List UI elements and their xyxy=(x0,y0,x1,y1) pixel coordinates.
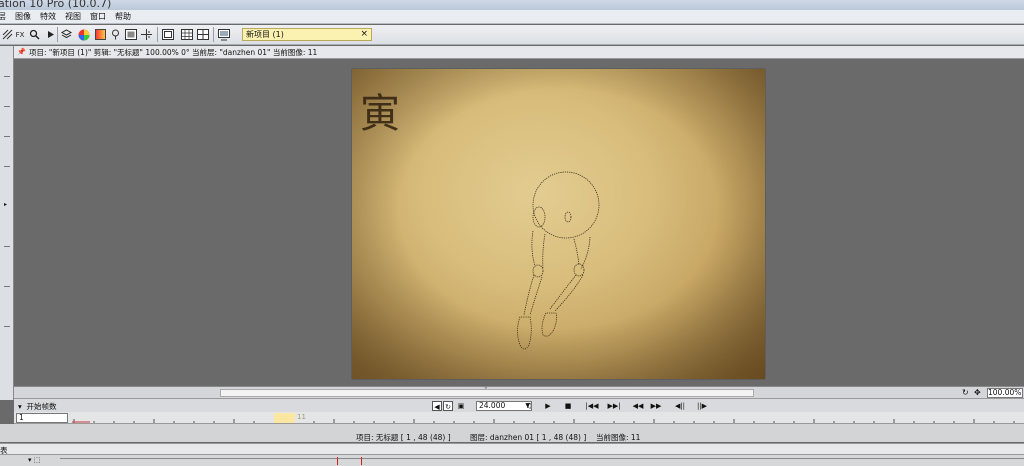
menu-layer[interactable]: 层 xyxy=(0,10,10,24)
toolbar: FX 新项目 (1) × xyxy=(0,25,1024,45)
zoom-reset-icon[interactable]: ✥ xyxy=(974,388,981,397)
status-layer: 图层: danzhen 01 [ 1 , 48 (48) ] xyxy=(470,433,587,442)
pin-icon[interactable]: 📌 xyxy=(17,48,26,56)
start-frame-label: ▾ 开始帧数 xyxy=(18,402,57,411)
gradient-icon[interactable] xyxy=(94,28,107,41)
info-bar: 📌 项目: "新项目 (1)" 剪辑: "无标题" 100.00% 0° 当前层… xyxy=(14,46,1024,59)
title-bar: ation 10 Pro (10.0.7) xyxy=(0,0,1024,10)
info-text: 项目: "新项目 (1)" 剪辑: "无标题" 100.00% 0° 当前层: … xyxy=(29,47,318,57)
drawing-canvas[interactable]: 寅 xyxy=(352,69,765,379)
close-icon[interactable]: × xyxy=(360,29,368,40)
document-tab[interactable]: 新项目 (1) × xyxy=(242,28,372,41)
expand-arrow-icon[interactable]: ▸ xyxy=(4,201,7,208)
search-icon[interactable] xyxy=(28,28,41,41)
timeline-controls: ▾ 开始帧数 ◀ ↻ ▣ 24.000 ▼ ♫ ▶ ■ |◀◀ ▶▶| ◀◀ ▶▶… xyxy=(14,398,1024,412)
split-view-icon[interactable] xyxy=(196,28,209,41)
prev-frame-button[interactable]: ◀◀ xyxy=(630,401,646,411)
scroll-grip-icon: ˇ xyxy=(484,387,488,395)
menu-window[interactable]: 窗口 xyxy=(85,10,110,24)
step-left-icon[interactable]: ◀ xyxy=(432,401,442,411)
bottom-panel-handle-icon[interactable]: ▾ ⬚ xyxy=(28,456,40,464)
crosshair-icon[interactable] xyxy=(140,28,153,41)
bottom-panel-tabs: 表 xyxy=(0,443,1024,455)
fx-button[interactable]: FX xyxy=(14,28,26,41)
refresh-icon[interactable]: ↻ xyxy=(962,388,969,397)
prev-key-button[interactable]: ◀|| xyxy=(672,401,688,411)
canvas-corner-glyph: 寅 xyxy=(360,91,400,137)
status-bar: 项目: 无标题 [ 1 , 48 (48) ] 图层: danzhen 01 [… xyxy=(0,431,1024,442)
grid-icon[interactable] xyxy=(180,28,193,41)
panel-divider xyxy=(0,424,1024,431)
play-button[interactable]: ▶ xyxy=(542,401,554,411)
loop-icon[interactable]: ↻ xyxy=(443,401,453,411)
frame-icon[interactable] xyxy=(124,28,137,41)
last-frame-button[interactable]: ▶▶| xyxy=(606,401,622,411)
zoom-input[interactable]: 100.00% xyxy=(987,388,1023,398)
play-icon[interactable] xyxy=(44,28,57,41)
menu-image[interactable]: 图像 xyxy=(10,10,35,24)
ruler-ticks xyxy=(72,419,1015,423)
color-wheel-icon[interactable] xyxy=(77,28,90,41)
sound-icon[interactable]: ♫ xyxy=(520,401,538,411)
menu-effects[interactable]: 特效 xyxy=(35,10,60,24)
first-frame-button[interactable]: |◀◀ xyxy=(584,401,600,411)
layers-icon[interactable] xyxy=(60,28,73,41)
app-window: ation 10 Pro (10.0.7) 层 图像 特效 视图 窗口 帮助 F… xyxy=(0,0,1024,466)
next-key-button[interactable]: ||▶ xyxy=(694,401,710,411)
document-tab-label: 新项目 (1) xyxy=(246,30,284,39)
stop-button[interactable]: ■ xyxy=(562,401,574,411)
window-title: ation 10 Pro (10.0.7) xyxy=(0,0,112,10)
bottom-panel: ▾ ⬚ xyxy=(0,455,1024,466)
grid-tool-icon[interactable] xyxy=(1,28,14,41)
monitor-icon[interactable] xyxy=(217,28,230,41)
menu-help[interactable]: 帮助 xyxy=(110,10,135,24)
left-dock[interactable]: ▸ xyxy=(0,46,14,400)
menu-bar: 层 图像 特效 视图 窗口 帮助 xyxy=(0,10,1024,24)
status-project: 项目: 无标题 [ 1 , 48 (48) ] xyxy=(356,433,451,442)
timeline-ruler[interactable]: 1 11 xyxy=(14,412,1024,424)
status-current-image: 当前图像: 11 xyxy=(596,433,641,442)
next-frame-button[interactable]: ▶▶ xyxy=(648,401,664,411)
horizontal-scrollbar[interactable]: ˇ xyxy=(14,386,959,398)
safe-area-icon[interactable] xyxy=(161,28,174,41)
onion-skin-icon[interactable]: ▣ xyxy=(455,401,467,411)
menu-view[interactable]: 视图 xyxy=(60,10,85,24)
zoom-control: ↻ ✥ 100.00% xyxy=(959,386,1024,398)
collapse-arrow-icon[interactable]: ▾ xyxy=(18,402,22,411)
pin-icon[interactable] xyxy=(109,28,122,41)
